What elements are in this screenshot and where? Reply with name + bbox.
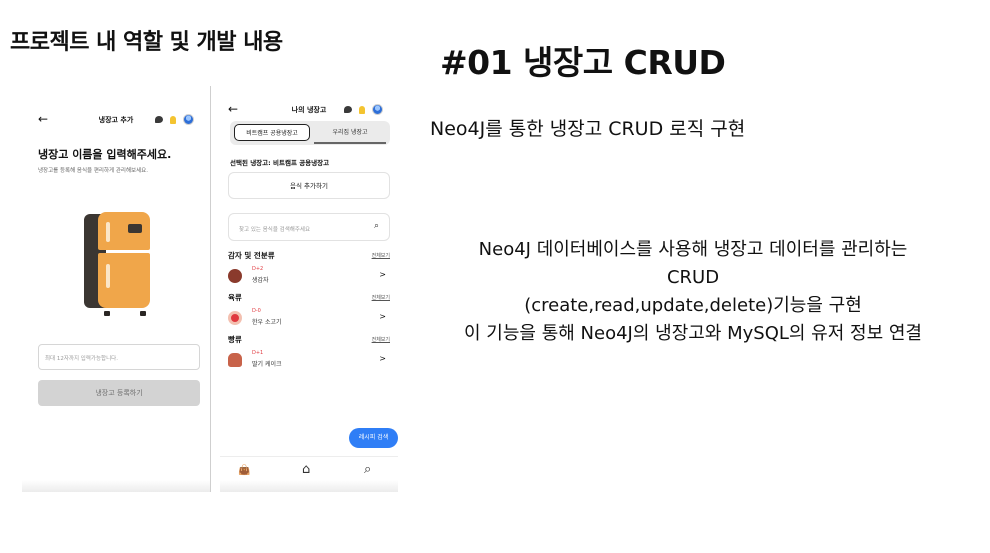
list-item[interactable]: D+2 생감자 > [228,266,390,288]
tab-home-fridge[interactable]: 우리집 냉장고 [314,124,386,141]
potato-icon [228,269,242,283]
summary-text: Neo4J를 통한 냉장고 CRUD 로직 구현 [430,118,746,140]
category-title: 육류 [228,293,242,302]
tab-bitcamp-fridge[interactable]: 비트캠프 공용냉장고 [234,124,310,141]
top-icons [155,114,194,125]
bell-icon[interactable] [170,115,176,124]
item-name: 한우 소고기 [252,319,282,326]
recipe-search-button[interactable]: 레시피 검색 [349,428,398,448]
item-dday: D-0 [252,308,261,314]
name-heading: 냉장고 이름을 입력해주세요. [38,148,172,161]
add-food-button[interactable]: 음식 추가하기 [228,172,390,199]
chat-icon[interactable] [344,106,352,113]
fridge-name-input[interactable]: 최대 12자까지 입력가능합니다. [38,344,200,370]
description: Neo4J 데이터베이스를 사용해 냉장고 데이터를 관리하는 CRUD (cr… [398,236,988,348]
chat-icon[interactable] [155,116,163,123]
search-icon[interactable]: ⌕ [374,221,379,231]
see-all-link[interactable]: 전체보기 [372,252,390,259]
bottom-nav: 👜 ⌂ ⌕ [220,456,398,482]
see-all-link[interactable]: 전체보기 [372,336,390,343]
category-title: 감자 및 전분류 [228,251,275,260]
phone-my-fridge: ← 나의 냉장고 비트캠프 공용냉장고 우리집 냉장고 선택된 냉장고: 비트캠… [220,96,398,492]
food-search-input[interactable]: 찾고 있는 음식을 검색해주세요 ⌕ [228,213,390,241]
item-dday: D+1 [252,350,264,356]
top-bar: ← 냉장고 추가 [22,110,210,130]
home-icon[interactable]: ⌂ [302,462,310,477]
item-name: 생감자 [252,277,269,284]
slide-title: #01 냉장고 CRUD [440,43,726,82]
bell-icon[interactable] [359,105,365,114]
description-line: Neo4J 데이터베이스를 사용해 냉장고 데이터를 관리하는 [478,239,908,260]
chevron-right-icon: > [379,270,386,279]
search-placeholder: 찾고 있는 음식을 검색해주세요 [239,227,311,233]
cake-icon [228,353,242,367]
name-subtext: 냉장고를 등록해 음식을 편리하게 관리해보세요. [38,168,148,174]
see-all-link[interactable]: 전체보기 [372,294,390,301]
meat-icon [228,311,242,325]
list-item[interactable]: D+1 딸기 케이크 > [228,350,390,372]
description-line: (create,read,update,delete)기능을 구현 [524,295,862,316]
fridge-illustration [84,212,154,316]
list-item[interactable]: D-0 한우 소고기 > [228,308,390,330]
chevron-right-icon: > [379,312,386,321]
register-fridge-button[interactable]: 냉장고 등록하기 [38,380,200,406]
category-title: 빵류 [228,335,242,344]
fridge-tabs: 비트캠프 공용냉장고 우리집 냉장고 [230,121,390,145]
item-name: 딸기 케이크 [252,361,282,368]
page-heading: 프로젝트 내 역할 및 개발 내용 [10,30,283,55]
top-bar: ← 나의 냉장고 [220,100,398,120]
phone-add-fridge: ← 냉장고 추가 냉장고 이름을 입력해주세요. 냉장고를 등록해 음식을 편리… [22,96,210,492]
avatar[interactable] [183,114,194,125]
bag-icon[interactable]: 👜 [238,465,250,476]
description-line: CRUD [666,267,720,288]
chevron-right-icon: > [379,354,386,363]
description-line: 이 기능을 통해 Neo4J의 냉장고와 MySQL의 유저 정보 연결 [464,323,922,344]
search-icon[interactable]: ⌕ [364,462,371,477]
top-icons [344,104,383,115]
selected-fridge-label: 선택된 냉장고: 비트캠프 공용냉장고 [230,159,330,167]
item-dday: D+2 [252,266,264,272]
avatar[interactable] [372,104,383,115]
divider [210,86,211,492]
